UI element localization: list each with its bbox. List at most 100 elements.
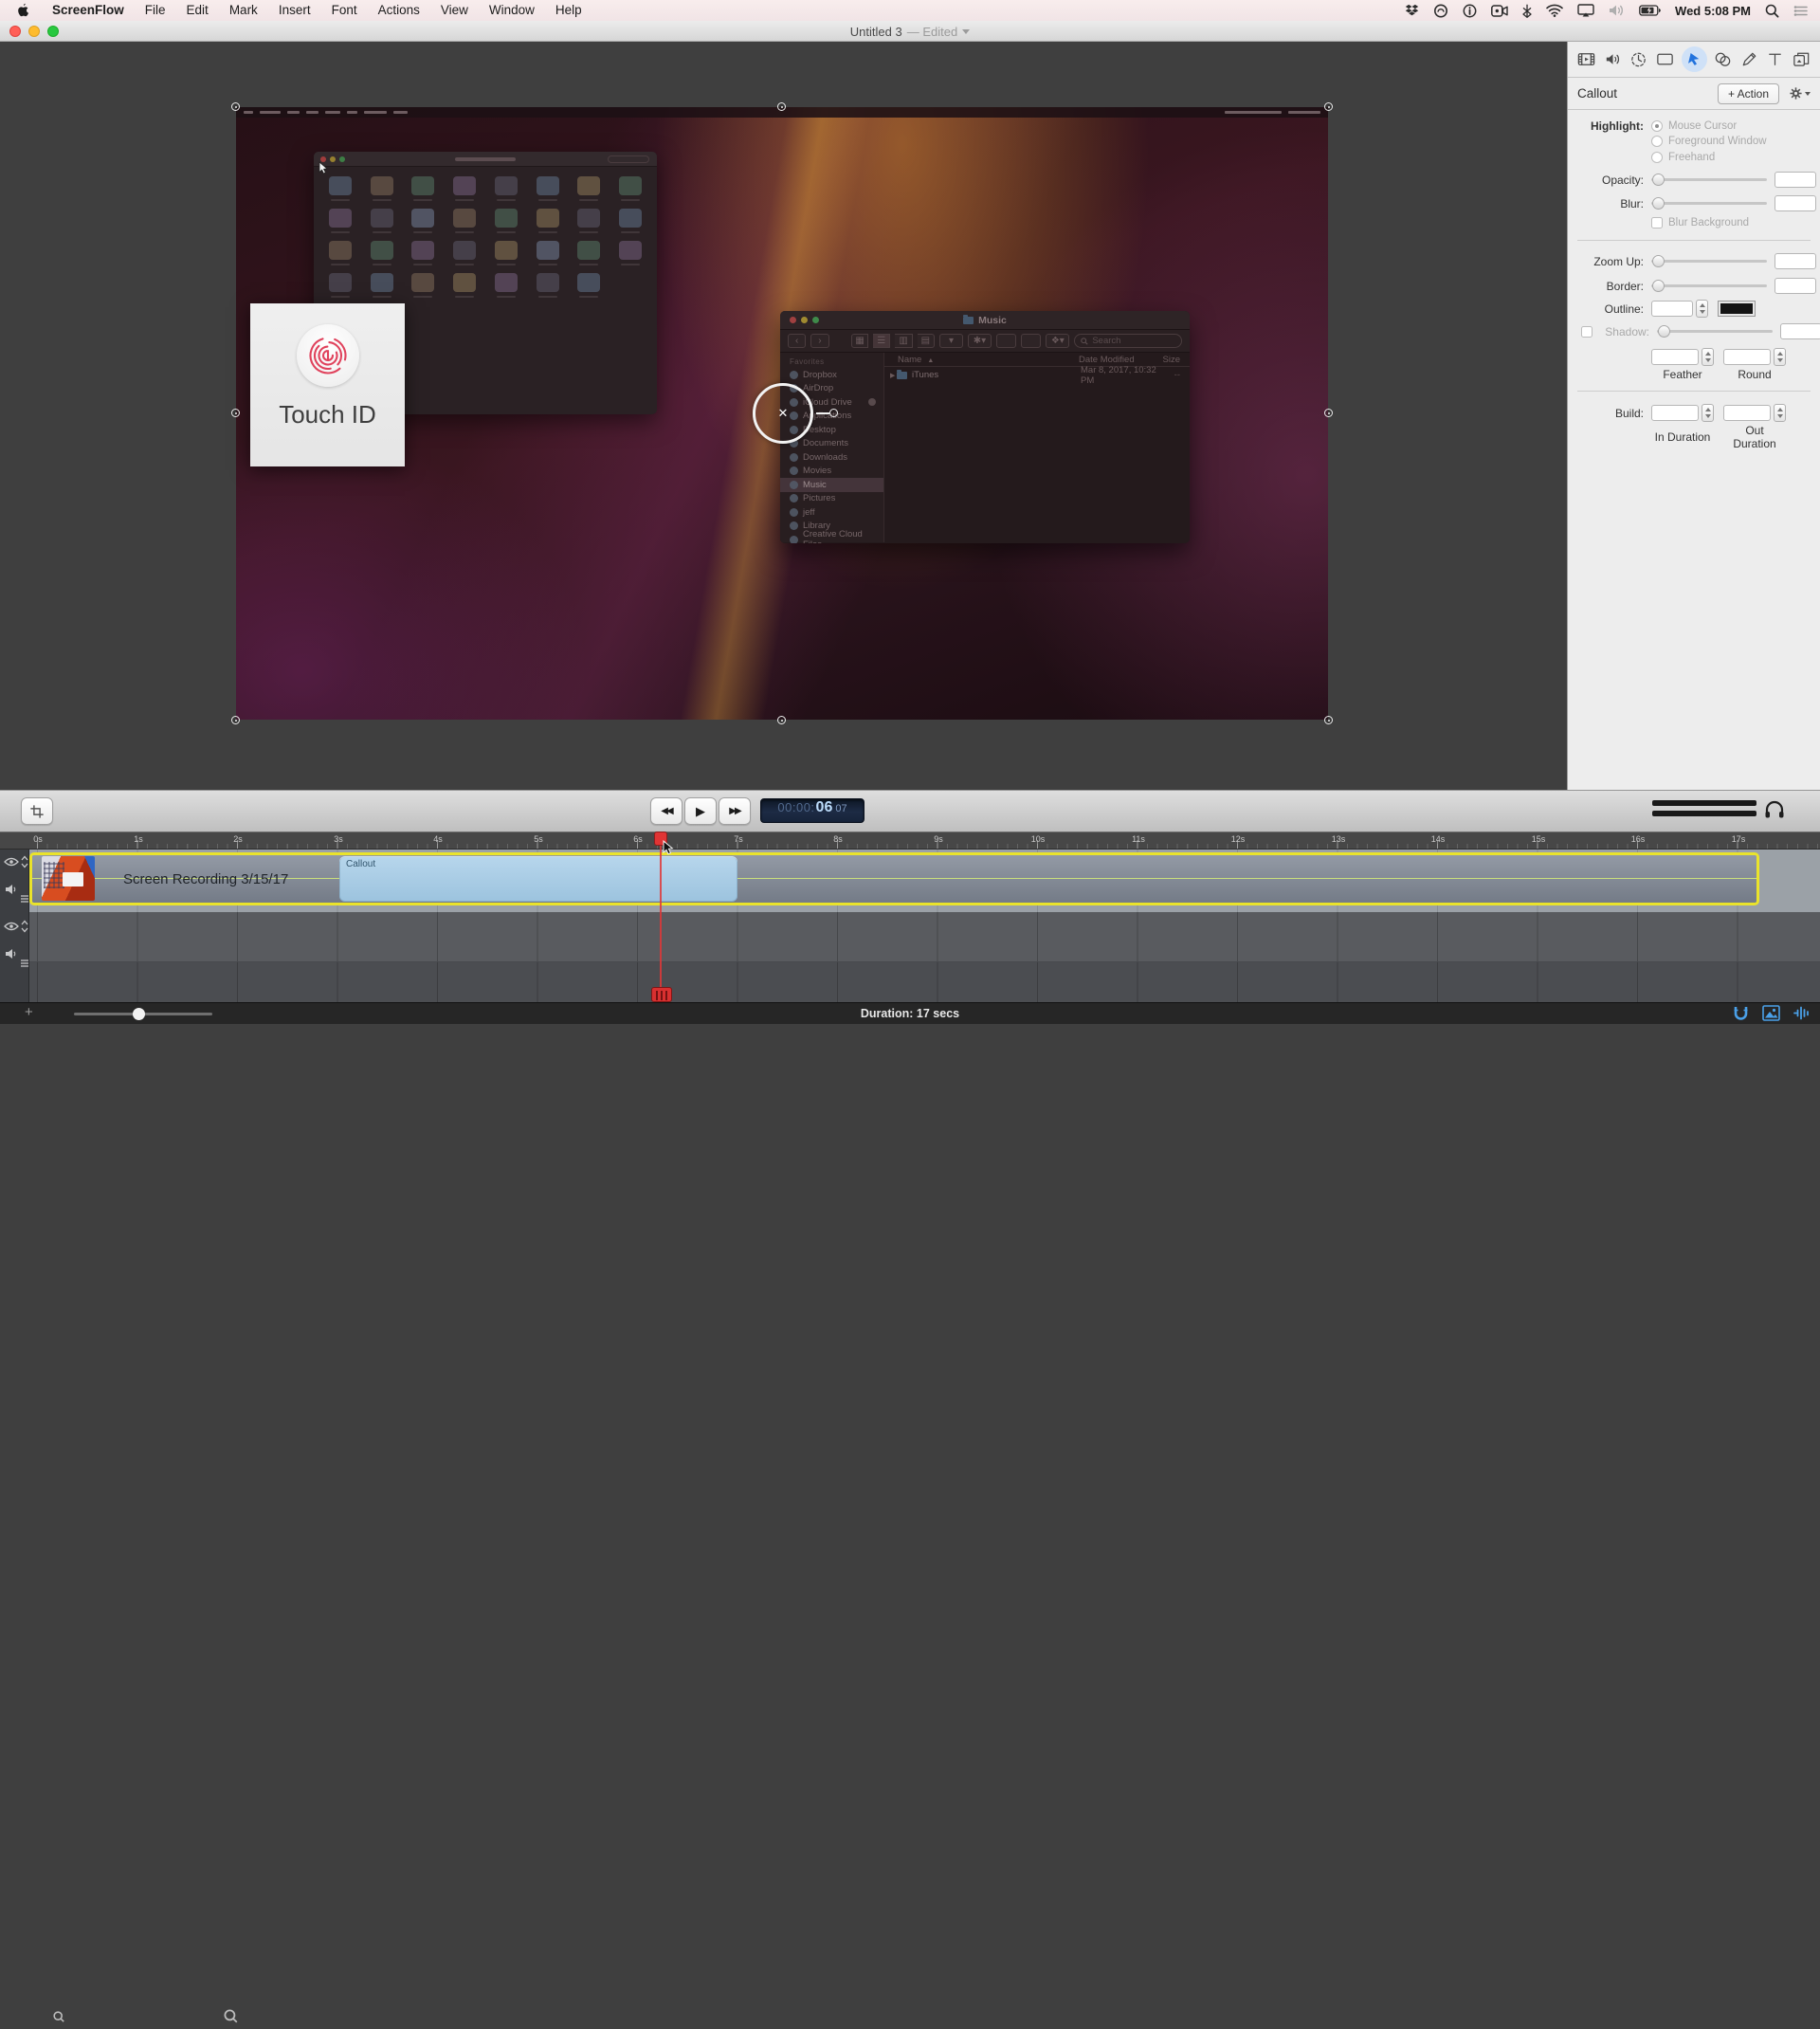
- track1-move-up-icon[interactable]: [21, 855, 28, 861]
- notification-center-icon[interactable]: [1793, 5, 1809, 17]
- audio-waveform-icon[interactable]: [1793, 1005, 1811, 1021]
- in-duration-field[interactable]: [1651, 405, 1699, 421]
- opacity-slider[interactable]: [1651, 178, 1767, 181]
- play-button[interactable]: ▶: [684, 797, 717, 825]
- selection-handle-top-left[interactable]: [231, 102, 240, 111]
- shadow-checkbox[interactable]: [1581, 326, 1592, 338]
- bluetooth-icon[interactable]: [1522, 4, 1532, 18]
- selection-handle-top-center[interactable]: [777, 102, 786, 111]
- video-canvas[interactable]: Touch ID Music ‹› ▦☰▥▤ ▾ ✱▾ ❖▾ Search: [236, 107, 1328, 720]
- headphones-icon[interactable]: [1763, 799, 1786, 825]
- out-duration-stepper[interactable]: [1774, 404, 1786, 422]
- menu-item-edit[interactable]: Edit: [176, 0, 219, 21]
- annotations-icon[interactable]: [1739, 49, 1759, 69]
- clip-volume-line[interactable]: [32, 878, 1756, 879]
- screen-recording-properties-icon[interactable]: [1655, 49, 1675, 69]
- playhead-scrub-handle[interactable]: [651, 987, 672, 1002]
- round-stepper[interactable]: [1774, 348, 1786, 366]
- track2-move-up-icon[interactable]: [21, 920, 28, 925]
- shadow-field[interactable]: [1780, 323, 1820, 339]
- track1-visibility-eye-icon[interactable]: [4, 857, 19, 867]
- outline-color-well[interactable]: [1718, 301, 1756, 317]
- opacity-field[interactable]: [1774, 172, 1816, 188]
- screen-recording-clip[interactable]: Screen Recording 3/15/17 Callout: [32, 855, 1756, 903]
- creative-cloud-icon[interactable]: [1433, 4, 1448, 18]
- selection-handle-mid-left[interactable]: [231, 409, 240, 417]
- selection-handle-mid-right[interactable]: [1324, 409, 1333, 417]
- menu-item-help[interactable]: Help: [545, 0, 592, 21]
- video-motion-icon[interactable]: [1629, 49, 1648, 69]
- shadow-slider[interactable]: [1657, 330, 1773, 333]
- volume-dim-icon[interactable]: [1609, 4, 1625, 17]
- wifi-icon[interactable]: [1546, 4, 1563, 17]
- track1-options-icon[interactable]: [20, 895, 29, 903]
- playhead-line[interactable]: [660, 832, 662, 1003]
- blur-field[interactable]: [1774, 195, 1816, 211]
- rewind-button[interactable]: ◀◀: [650, 797, 682, 825]
- selection-handle-bottom-right[interactable]: [1324, 716, 1333, 724]
- zoom-in-icon[interactable]: [224, 2009, 239, 2029]
- thumbnail-view-icon[interactable]: [1762, 1005, 1780, 1021]
- radio-freehand[interactable]: [1651, 152, 1663, 163]
- track1-move-down-icon[interactable]: [21, 863, 28, 868]
- text-properties-icon[interactable]: [1765, 49, 1785, 69]
- blur-slider[interactable]: [1651, 202, 1767, 205]
- callout-center-control[interactable]: ✕: [753, 383, 813, 444]
- callout-control-handle[interactable]: [829, 409, 838, 417]
- round-field[interactable]: [1723, 349, 1771, 365]
- menu-item-view[interactable]: View: [430, 0, 479, 21]
- track2-audio-icon[interactable]: [5, 948, 17, 960]
- audio-properties-icon[interactable]: [1603, 49, 1623, 69]
- callout-clip[interactable]: Callout: [339, 856, 737, 902]
- track2-visibility-eye-icon[interactable]: [4, 922, 19, 931]
- selection-handle-top-right[interactable]: [1324, 102, 1333, 111]
- gear-menu-button[interactable]: [1789, 86, 1811, 101]
- feather-stepper[interactable]: [1702, 348, 1714, 366]
- info-circle-icon[interactable]: [1463, 4, 1477, 18]
- menu-clock[interactable]: Wed 5:08 PM: [1675, 4, 1751, 18]
- menu-item-file[interactable]: File: [135, 0, 176, 21]
- selection-handle-bottom-center[interactable]: [777, 716, 786, 724]
- radio-mouse-cursor[interactable]: [1651, 120, 1663, 132]
- window-title-bar[interactable]: Untitled 3 — Edited: [0, 21, 1820, 42]
- menu-item-mark[interactable]: Mark: [219, 0, 268, 21]
- blur-background-checkbox[interactable]: [1651, 217, 1663, 228]
- media-library-icon[interactable]: [1792, 49, 1811, 69]
- track1-audio-icon[interactable]: [5, 884, 17, 895]
- track-2-lane[interactable]: [0, 912, 1820, 962]
- menu-item-screenflow[interactable]: ScreenFlow: [42, 0, 135, 21]
- video-properties-icon[interactable]: [1576, 49, 1596, 69]
- add-action-button[interactable]: + Action: [1718, 83, 1779, 104]
- track2-options-icon[interactable]: [20, 960, 29, 967]
- crop-button[interactable]: [21, 797, 53, 825]
- spotlight-search-icon[interactable]: [1765, 4, 1779, 18]
- timeline-ruler[interactable]: 0s 1s 2s 3s 4s 5s 6s 7s 8s 9s 10s 11s 12…: [0, 832, 1820, 850]
- zoom-up-field[interactable]: [1774, 253, 1816, 269]
- menu-item-window[interactable]: Window: [479, 0, 545, 21]
- scrub-speed-bars[interactable]: [1652, 800, 1756, 821]
- in-duration-stepper[interactable]: [1702, 404, 1714, 422]
- border-field[interactable]: [1774, 278, 1816, 294]
- menu-item-font[interactable]: Font: [321, 0, 368, 21]
- snapping-magnet-icon[interactable]: [1732, 1005, 1750, 1022]
- menu-item-actions[interactable]: Actions: [368, 0, 430, 21]
- battery-charging-icon[interactable]: [1639, 5, 1661, 16]
- selection-handle-bottom-left[interactable]: [231, 716, 240, 724]
- apple-menu-icon[interactable]: [0, 3, 42, 18]
- track-3-lane[interactable]: [0, 962, 1820, 1002]
- screen-recording-camera-icon[interactable]: [1491, 5, 1508, 17]
- border-slider[interactable]: [1651, 284, 1767, 287]
- menu-item-insert[interactable]: Insert: [268, 0, 321, 21]
- title-chevron-icon[interactable]: [962, 29, 970, 38]
- fast-forward-button[interactable]: ▶▶: [719, 797, 751, 825]
- touch-callout-icon[interactable]: [1713, 49, 1733, 69]
- zoom-up-slider[interactable]: [1651, 260, 1767, 263]
- zoom-out-icon[interactable]: [53, 2011, 65, 2028]
- airplay-display-icon[interactable]: [1577, 4, 1594, 17]
- outline-field[interactable]: [1651, 301, 1693, 317]
- outline-stepper[interactable]: [1696, 300, 1708, 318]
- dropbox-icon[interactable]: [1405, 4, 1419, 17]
- track2-move-down-icon[interactable]: [21, 927, 28, 933]
- callout-properties-icon-selected[interactable]: [1682, 46, 1707, 72]
- radio-foreground-window[interactable]: [1651, 136, 1663, 147]
